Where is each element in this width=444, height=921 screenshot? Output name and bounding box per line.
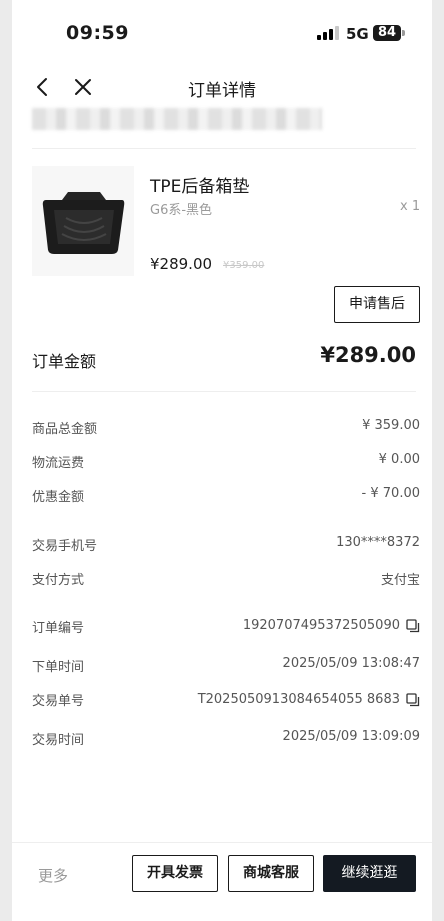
customer-service-button[interactable]: 商城客服	[228, 855, 314, 892]
trade-number-row: T2025050913084654055 8683	[198, 692, 420, 707]
trade-number-value: T2025050913084654055 8683	[197, 692, 400, 707]
copy-icon[interactable]	[406, 618, 420, 633]
product-quantity: x 1	[400, 199, 421, 214]
continue-shopping-button[interactable]: 继续逛逛	[323, 855, 416, 892]
product-original-price: ¥359.00	[223, 260, 265, 271]
trunk-mat-image	[42, 192, 125, 254]
shipping-value: ¥ 0.00	[378, 452, 420, 467]
network-type: 5G	[346, 25, 369, 43]
product-price: ¥289.00	[150, 255, 213, 273]
payment-method-value: 支付宝	[380, 573, 420, 588]
bottom-bar-divider	[12, 842, 432, 843]
invoice-button[interactable]: 开具发票	[132, 855, 218, 892]
product-variant: G6系-黑色	[150, 203, 213, 218]
phone-screen: 09:59 5G 84 订单详情 TPE后备箱垫 G6系-黑色 x 1 ¥289…	[12, 0, 432, 921]
order-time-label: 下单时间	[32, 660, 85, 675]
more-button[interactable]: 更多	[38, 865, 68, 886]
order-total-value: ¥289.00	[320, 343, 416, 367]
phone-value: 130****8372	[336, 535, 420, 550]
blurred-address	[32, 108, 322, 130]
trade-time-label: 交易时间	[32, 733, 85, 748]
order-time-value: 2025/05/09 13:08:47	[282, 656, 420, 671]
signal-icon	[317, 26, 339, 40]
order-number-value: 1920707495372505090	[242, 618, 400, 633]
discount-label: 优惠金额	[32, 490, 85, 505]
order-total-label: 订单金额	[32, 352, 97, 371]
trade-number-label: 交易单号	[32, 694, 85, 709]
product-image[interactable]	[32, 166, 134, 276]
payment-method-label: 支付方式	[32, 573, 85, 588]
goods-total-value: ¥ 359.00	[362, 418, 420, 433]
battery-icon: 84	[373, 25, 401, 41]
discount-value: - ¥ 70.00	[361, 486, 420, 501]
divider	[32, 148, 416, 149]
order-number-row: 1920707495372505090	[243, 618, 420, 633]
order-number-label: 订单编号	[32, 621, 85, 636]
copy-icon[interactable]	[406, 692, 420, 707]
phone-label: 交易手机号	[32, 539, 98, 554]
status-time: 09:59	[66, 22, 129, 44]
battery-tip	[402, 30, 405, 36]
goods-total-label: 商品总金额	[32, 422, 98, 437]
after-sale-button[interactable]: 申请售后	[334, 286, 420, 323]
page-title: 订单详情	[188, 81, 256, 101]
shipping-label: 物流运费	[32, 456, 85, 471]
divider	[32, 391, 416, 392]
product-name[interactable]: TPE后备箱垫	[150, 172, 249, 197]
trade-time-value: 2025/05/09 13:09:09	[282, 729, 420, 744]
